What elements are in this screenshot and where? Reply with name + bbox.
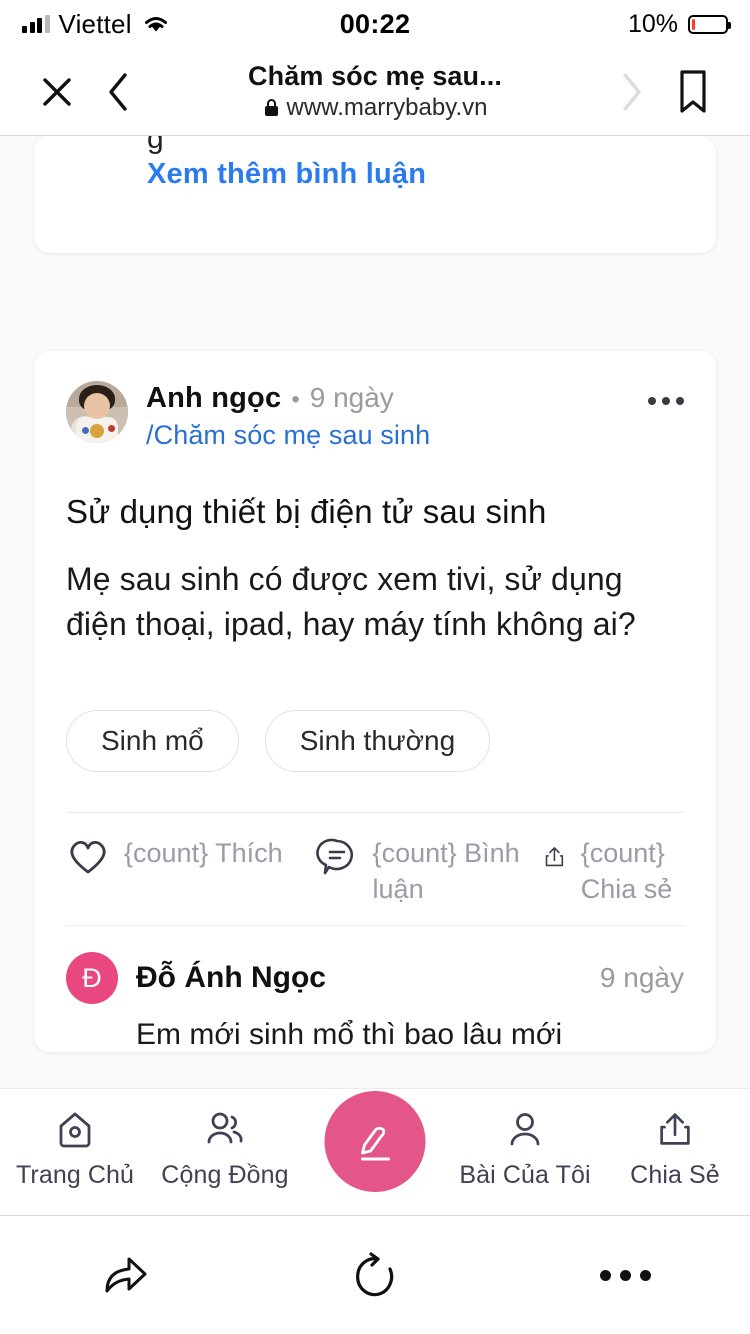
comment-avatar: Đ (66, 952, 118, 1005)
chevron-right-icon (623, 72, 641, 111)
bookmark-icon (680, 69, 706, 113)
nav-label-chia-se: Chia Sẻ (630, 1161, 720, 1189)
previous-post-card: g Xem thêm bình luận (34, 136, 716, 253)
app-bottom-nav: Trang Chủ Cộng Đồng Bài Của Tôi Chia Sẻ (0, 1088, 750, 1215)
user-avatar-photo[interactable] (66, 381, 128, 443)
post-actions: {count} Thích {count} Bình luận {count} … (66, 813, 684, 925)
post-body: Mẹ sau sinh có được xem tivi, sử dụng đi… (66, 561, 636, 643)
status-right: 10% (410, 9, 731, 39)
nav-label-trang-chu: Trang Chủ (15, 1161, 135, 1189)
comment-author-name: Đỗ Ánh Ngọc (136, 961, 326, 995)
post-card: Anh ngọc • 9 ngày /Chăm sóc mẹ sau sinh … (34, 351, 716, 1053)
comment-bubble-icon (315, 838, 353, 875)
post-topic-link[interactable]: /Chăm sóc mẹ sau sinh (146, 420, 630, 451)
webpage-content: g Xem thêm bình luận Anh ngọc • 9 ngày /… (0, 136, 750, 1088)
post-tags: Sinh mổ Sinh thường (66, 709, 684, 772)
like-button[interactable]: {count} Thích (66, 835, 315, 907)
more-comments-link[interactable]: Xem thêm bình luận (147, 158, 426, 191)
community-users-icon (207, 1112, 243, 1144)
url-label: www.marrybaby.vn (286, 94, 488, 122)
compose-button[interactable] (324, 1091, 426, 1192)
tag-pill-sinh-thuong[interactable]: Sinh thường (264, 709, 491, 772)
lock-icon (264, 99, 278, 117)
comment-body: Em mới sinh mổ thì bao lâu mới (136, 1018, 563, 1052)
clock-label: 00:22 (339, 8, 411, 39)
compose-pencil-icon (360, 1126, 390, 1160)
clipped-text: g (147, 136, 164, 155)
heart-icon (70, 840, 106, 874)
forward-button[interactable] (600, 70, 662, 114)
post-header: Anh ngọc • 9 ngày /Chăm sóc mẹ sau sinh (66, 381, 684, 451)
like-count-label: {count} Thích (124, 837, 283, 868)
comment-time-ago: 9 ngày (599, 962, 684, 994)
signal-bars-icon (22, 15, 50, 33)
close-icon (43, 77, 71, 106)
wifi-icon (144, 17, 167, 32)
bookmark-button[interactable] (662, 69, 724, 115)
share-count-label: {count} Chia sẻ (580, 837, 673, 905)
page-title: Chăm sóc mẹ sau... (248, 60, 502, 91)
forward-arrow-icon (105, 1257, 147, 1293)
phone-screen: Viettel 00:22 10% Chăm sóc mẹ sau... www… (0, 0, 750, 1334)
nav-item-cong-dong[interactable]: Cộng Đồng (150, 1109, 300, 1190)
post-time-ago: 9 ngày (309, 382, 394, 413)
nav-item-trang-chu[interactable]: Trang Chủ (0, 1109, 150, 1190)
kebab-menu-icon[interactable] (648, 381, 684, 405)
battery-low-icon (688, 14, 731, 34)
safari-more-button[interactable] (500, 1269, 750, 1281)
post-title: Sử dụng thiết bị điện tử sau sinh (66, 493, 547, 530)
post-author-name[interactable]: Anh ngọc (146, 382, 281, 415)
person-icon (510, 1113, 540, 1146)
home-icon (59, 1112, 91, 1148)
carrier-label: Viettel (58, 8, 132, 39)
comment-button[interactable]: {count} Bình luận (315, 835, 542, 907)
back-button[interactable] (88, 70, 150, 114)
share-upload-icon (660, 1113, 690, 1145)
close-button[interactable] (26, 72, 88, 112)
post-author-block: Anh ngọc • 9 ngày /Chăm sóc mẹ sau sinh (146, 381, 630, 451)
more-dots-icon (599, 1269, 651, 1281)
address-display[interactable]: Chăm sóc mẹ sau... www.marrybaby.vn (150, 61, 600, 122)
reload-icon (356, 1252, 394, 1297)
safari-reload-button[interactable] (250, 1247, 500, 1303)
browser-toolbar: Chăm sóc mẹ sau... www.marrybaby.vn (0, 48, 750, 136)
safari-bottom-toolbar (0, 1215, 750, 1334)
nav-label-cong-dong: Cộng Đồng (161, 1161, 289, 1189)
nav-item-bai-cua-toi[interactable]: Bài Của Tôi (450, 1109, 600, 1190)
battery-percent-label: 10% (627, 9, 678, 38)
nav-label-bai-cua-toi: Bài Của Tôi (459, 1161, 591, 1189)
nav-item-chia-se[interactable]: Chia Sẻ (600, 1109, 750, 1190)
status-left: Viettel (22, 9, 340, 40)
chevron-left-icon (109, 72, 127, 111)
share-button[interactable]: {count} Chia sẻ (542, 835, 684, 907)
safari-forward-button[interactable] (0, 1247, 250, 1303)
separator-dot: • (291, 386, 300, 413)
tag-pill-sinh-mo[interactable]: Sinh mổ (66, 709, 239, 772)
comment-item[interactable]: Đ Đỗ Ánh Ngọc 9 ngày (66, 926, 684, 1005)
comment-count-label: {count} Bình luận (372, 837, 520, 905)
share-upload-icon (545, 847, 563, 867)
status-bar: Viettel 00:22 10% (0, 0, 750, 48)
url-row: www.marrybaby.vn (150, 94, 600, 122)
